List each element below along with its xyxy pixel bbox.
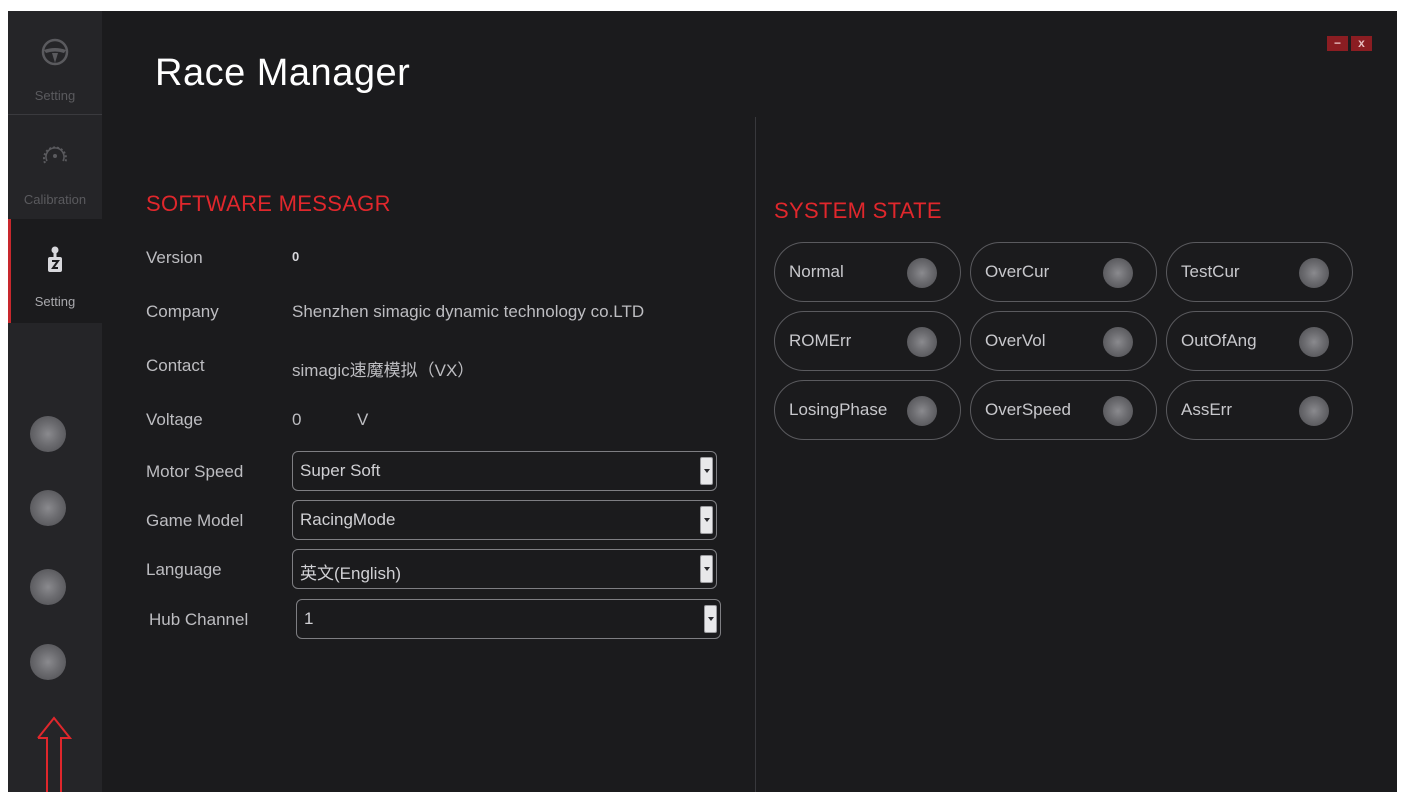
panel-divider [755,117,756,792]
sidebar: Setting Calibration Setting [8,11,102,792]
company-label: Company [146,302,219,321]
state-label: OutOfAng [1181,331,1257,350]
sidebar-item-setting[interactable]: Setting [8,11,102,115]
chevron-down-icon[interactable] [704,605,717,633]
state-label: TestCur [1181,262,1240,281]
contact-value: simagic速魔模拟（VX） [292,361,475,380]
status-led [30,490,66,526]
motor-speed-select[interactable]: Super Soft [292,451,717,491]
state-label: OverCur [985,262,1050,281]
game-model-select[interactable]: RacingMode [292,500,717,540]
state-indicator-outofang: OutOfAng [1166,311,1353,371]
up-arrow-icon [37,716,73,792]
race-manager-window: Setting Calibration Setting Race Manager… [8,11,1397,792]
state-indicator-overvol: OverVol [970,311,1157,371]
state-led [1103,258,1133,288]
state-led [1103,396,1133,426]
language-select[interactable]: 英文(English) [292,549,717,589]
state-label: Normal [789,262,844,281]
state-indicator-normal: Normal [774,242,961,302]
sidebar-item-setting-active[interactable]: Setting [8,219,102,323]
hub-channel-label: Hub Channel [149,610,249,629]
state-led [907,327,937,357]
voltage-value: 0 [292,410,302,429]
chevron-down-icon[interactable] [700,457,713,485]
state-led [1299,327,1329,357]
sidebar-item-calibration[interactable]: Calibration [8,115,102,219]
sidebar-item-label: Setting [34,294,76,309]
gear-shifter-icon [48,246,62,272]
state-label: LosingPhase [789,400,888,419]
state-label: OverVol [985,331,1046,350]
close-button[interactable]: x [1351,36,1372,51]
state-indicator-romerr: ROMErr [774,311,961,371]
steering-wheel-icon [41,38,69,66]
sidebar-item-label: Setting [34,88,76,103]
state-led [1103,327,1133,357]
status-led [30,416,66,452]
hub-channel-value: 1 [304,609,314,628]
state-led [907,396,937,426]
state-label: OverSpeed [985,400,1071,419]
voltage-label: Voltage [146,410,203,429]
gauge-icon [43,146,67,164]
company-value: Shenzhen simagic dynamic technology co.L… [292,302,645,321]
state-indicator-testcur: TestCur [1166,242,1353,302]
chevron-down-icon[interactable] [700,555,713,583]
state-indicator-overcur: OverCur [970,242,1157,302]
state-led [1299,396,1329,426]
motor-speed-value: Super Soft [300,461,381,480]
status-led [30,569,66,605]
system-state-heading: SYSTEM STATE [774,198,942,223]
minimize-button[interactable]: − [1327,36,1348,51]
sidebar-item-label: Calibration [23,192,87,207]
state-label: AssErr [1181,400,1232,419]
state-indicator-overspeed: OverSpeed [970,380,1157,440]
chevron-down-icon[interactable] [700,506,713,534]
hub-channel-select[interactable]: 1 [296,599,721,639]
state-indicator-losingphase: LosingPhase [774,380,961,440]
language-value: 英文(English) [300,564,402,583]
version-value: 0 [292,249,300,264]
game-model-label: Game Model [146,511,244,530]
game-model-value: RacingMode [300,510,396,529]
version-label: Version [146,248,203,267]
app-title: Race Manager [155,52,411,94]
state-indicator-asserr: AssErr [1166,380,1353,440]
status-led [30,644,66,680]
language-label: Language [146,560,222,579]
state-led [1299,258,1329,288]
state-label: ROMErr [789,331,852,350]
contact-label: Contact [146,356,205,375]
state-led [907,258,937,288]
motor-speed-label: Motor Speed [146,462,244,481]
voltage-unit: V [357,410,369,429]
software-message-heading: SOFTWARE MESSAGR [146,191,391,216]
